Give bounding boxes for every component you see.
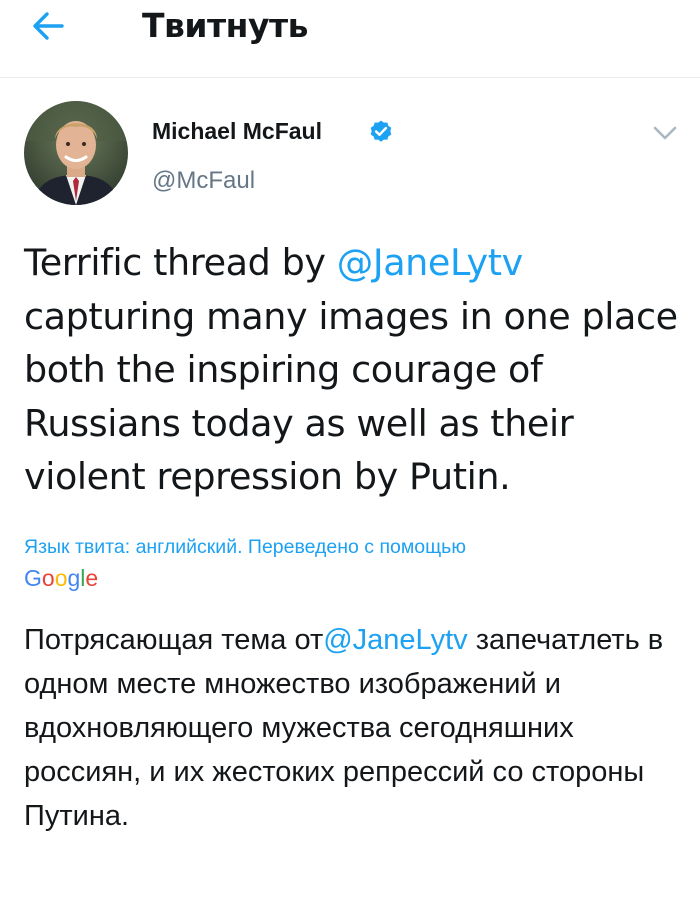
translated-text: Потрясающая тема от@JaneLytv запечатлеть… bbox=[24, 618, 694, 838]
page-title: Твитнуть bbox=[142, 6, 308, 45]
tweet-text-start: Terrific thread by bbox=[24, 241, 337, 284]
google-logo: Google bbox=[24, 565, 98, 591]
translated-mention-link[interactable]: @JaneLytv bbox=[323, 624, 467, 656]
google-letter: G bbox=[24, 565, 42, 591]
back-button[interactable] bbox=[28, 6, 88, 46]
verified-badge-icon bbox=[370, 120, 392, 142]
arrow-left-icon bbox=[33, 12, 64, 40]
chevron-down-icon[interactable] bbox=[650, 121, 680, 145]
translated-text-start: Потрясающая тема от bbox=[24, 624, 324, 656]
author-handle[interactable]: @McFaul bbox=[152, 166, 255, 196]
tweet-text: Terrific thread by @JaneLytv capturing m… bbox=[24, 236, 684, 504]
translation-note[interactable]: Язык твита: английский. Переведено с пом… bbox=[24, 534, 684, 560]
google-letter: o bbox=[54, 565, 68, 591]
mention-link[interactable]: @JaneLytv bbox=[337, 241, 524, 284]
tweet-text-end: capturing many images in one place both … bbox=[24, 294, 678, 499]
top-bar: Твитнуть bbox=[0, 0, 700, 78]
google-letter: e bbox=[85, 565, 99, 591]
avatar[interactable] bbox=[24, 101, 128, 205]
google-letter: o bbox=[41, 565, 55, 591]
author-name[interactable]: Michael McFaul bbox=[152, 116, 322, 146]
avatar-photo bbox=[24, 101, 128, 205]
google-letter: g bbox=[67, 565, 81, 591]
